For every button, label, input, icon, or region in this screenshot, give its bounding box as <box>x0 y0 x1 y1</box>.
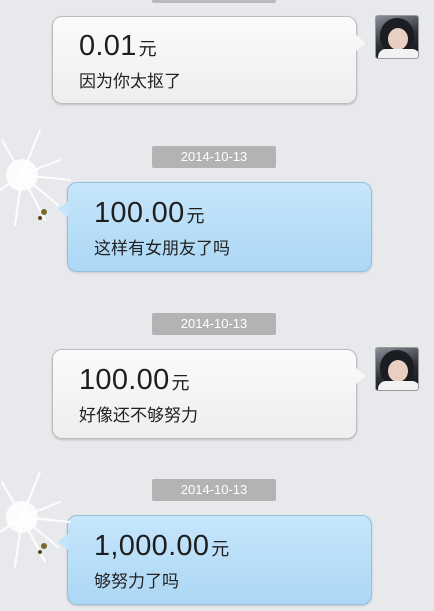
chat-area[interactable]: 0.01 元 因为你太抠了 2014-10-13 100.00 元 这样有女朋友了吗… <box>0 0 434 611</box>
currency-unit: 元 <box>186 206 205 226</box>
transfer-amount: 0.01 元 <box>79 30 356 63</box>
transfer-note: 因为你太抠了 <box>79 72 181 92</box>
message-bubble-outgoing[interactable]: 100.00 元 好像还不够努力 <box>52 349 366 439</box>
bubble-tail <box>356 368 366 384</box>
transfer-amount: 1,000.00 元 <box>94 530 371 563</box>
transfer-amount: 100.00 元 <box>79 364 356 397</box>
user-avatar-icon[interactable] <box>375 15 419 59</box>
message-bubble-outgoing[interactable]: 0.01 元 因为你太抠了 <box>52 16 366 104</box>
timestamp: 2014-10-13 <box>152 479 276 501</box>
transfer-note: 够努力了吗 <box>94 572 179 592</box>
bubble-tail <box>58 534 68 550</box>
message-bubble-incoming[interactable]: 1,000.00 元 够努力了吗 <box>58 515 372 605</box>
currency-unit: 元 <box>211 539 230 559</box>
timestamp-partial <box>152 0 276 3</box>
transfer-amount: 100.00 元 <box>94 197 371 230</box>
currency-unit: 元 <box>171 373 190 393</box>
timestamp: 2014-10-13 <box>152 146 276 168</box>
bubble-tail <box>356 35 366 51</box>
currency-unit: 元 <box>138 39 157 59</box>
amount-value: 0.01 <box>79 30 137 62</box>
amount-value: 1,000.00 <box>94 530 210 562</box>
user-avatar-icon[interactable] <box>375 347 419 391</box>
transfer-note: 好像还不够努力 <box>79 406 198 426</box>
bubble-tail <box>58 201 68 217</box>
message-bubble-incoming[interactable]: 100.00 元 这样有女朋友了吗 <box>58 182 372 272</box>
amount-value: 100.00 <box>94 197 185 229</box>
transfer-note: 这样有女朋友了吗 <box>94 239 230 259</box>
timestamp: 2014-10-13 <box>152 313 276 335</box>
amount-value: 100.00 <box>79 364 170 396</box>
